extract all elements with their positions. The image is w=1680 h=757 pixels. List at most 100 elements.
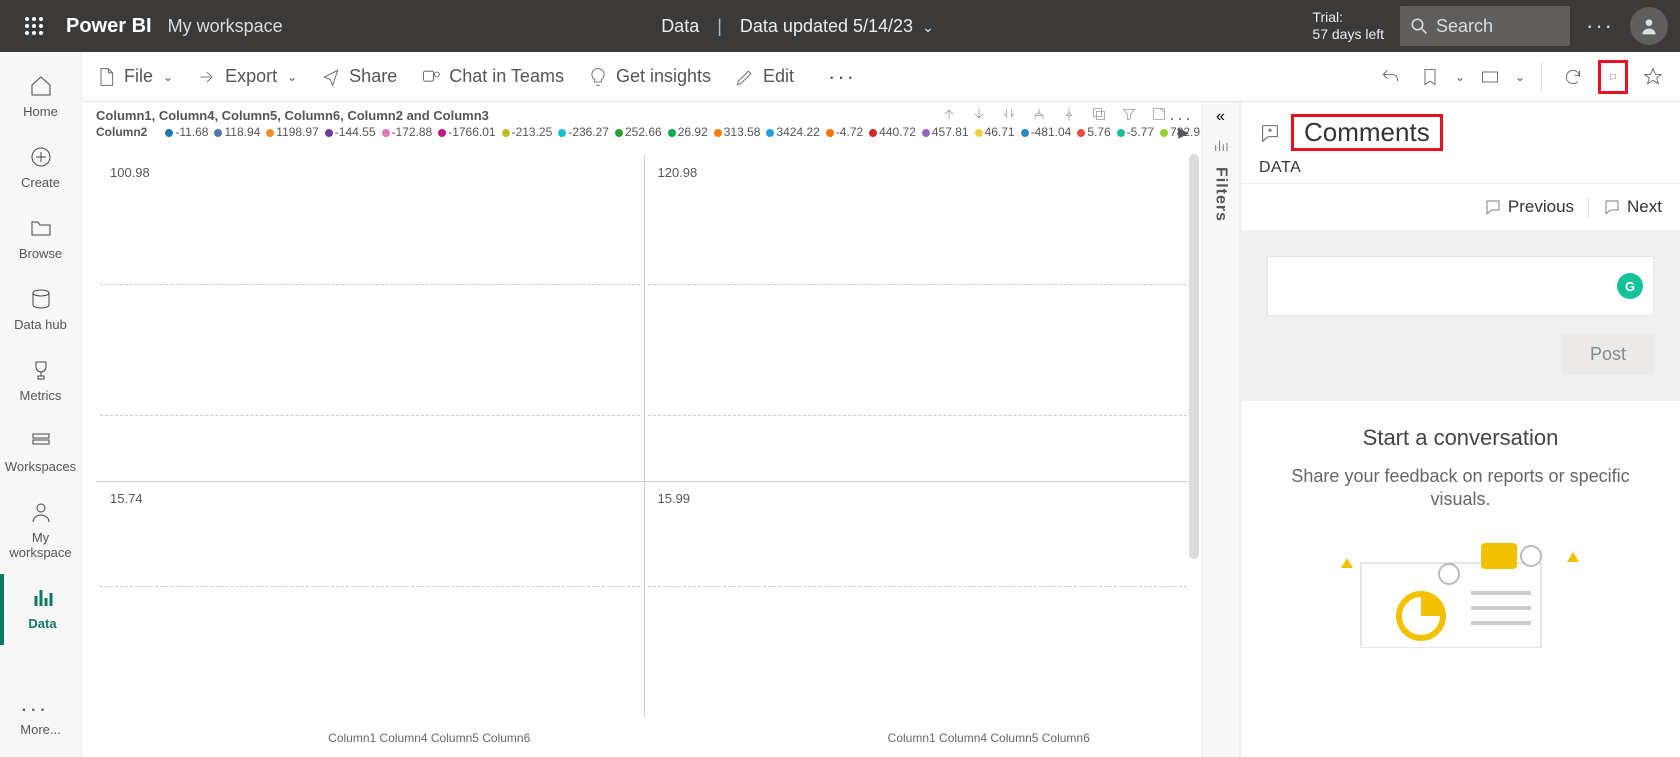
refresh-button[interactable]	[1558, 67, 1588, 87]
star-icon	[1643, 67, 1663, 87]
facet-bottom-left[interactable]: 15.74	[96, 481, 644, 717]
legend-dot[interactable]	[714, 129, 722, 137]
plus-circle-icon	[29, 145, 53, 169]
focus-icon[interactable]	[1151, 106, 1167, 122]
x-axis-label: Column1 Column4 Column5 Column6	[328, 731, 530, 745]
filter-icon[interactable]	[1121, 106, 1137, 122]
legend-dot[interactable]	[975, 129, 983, 137]
nav-home[interactable]: Home	[0, 62, 81, 133]
nav-my-workspace[interactable]: My workspace	[0, 488, 81, 574]
legend-dot[interactable]	[826, 129, 834, 137]
share-button[interactable]: Share	[321, 66, 397, 87]
copy-icon[interactable]	[1091, 106, 1107, 122]
small-multiples-grid: 100.98 120.98 15.74 15.99	[96, 154, 1191, 717]
toolbar-more-button[interactable]: ···	[828, 64, 856, 90]
database-icon	[29, 287, 53, 311]
next-comment-button[interactable]: Next	[1603, 197, 1662, 217]
data-updated-dropdown[interactable]: Data updated 5/14/23 ⌄	[740, 16, 934, 37]
legend-scroll-right[interactable]: ▶	[1178, 124, 1189, 141]
legend-dot[interactable]	[1117, 129, 1125, 137]
legend-dot[interactable]	[668, 129, 676, 137]
header-more-button[interactable]: ···	[1586, 13, 1614, 39]
legend-dot[interactable]	[502, 129, 510, 137]
left-nav-rail: Home Create Browse Data hub Metrics Work…	[0, 52, 82, 757]
page-name: Data	[661, 16, 699, 37]
arrow-down-icon[interactable]	[971, 106, 987, 122]
edit-button[interactable]: Edit	[735, 66, 794, 87]
legend-dot[interactable]	[869, 129, 877, 137]
legend-value: 46.71	[985, 125, 1015, 139]
nav-datahub[interactable]: Data hub	[0, 275, 81, 346]
nav-metrics[interactable]: Metrics	[0, 346, 81, 417]
legend-dot[interactable]	[766, 129, 774, 137]
comments-toggle-button[interactable]	[1598, 60, 1628, 94]
chevron-left-icon[interactable]: «	[1216, 108, 1225, 126]
view-menu[interactable]	[1475, 67, 1505, 87]
share-icon	[321, 67, 341, 87]
nav-create[interactable]: Create	[0, 133, 81, 204]
legend-dot[interactable]	[922, 129, 930, 137]
app-launcher-button[interactable]	[12, 16, 56, 36]
trial-status: Trial: 57 days left	[1312, 9, 1384, 43]
favorite-button[interactable]	[1638, 67, 1668, 87]
chat-teams-button[interactable]: Chat in Teams	[421, 66, 564, 87]
legend-value: 3424.22	[776, 125, 819, 139]
chevron-down-icon[interactable]: ⌄	[1515, 70, 1525, 84]
facet-bottom-right[interactable]: 15.99	[644, 481, 1192, 717]
person-icon	[29, 500, 53, 524]
export-menu[interactable]: Export ⌄	[197, 66, 297, 87]
comment-input[interactable]: G	[1267, 256, 1654, 316]
filters-pane-collapsed[interactable]: « Filters	[1202, 102, 1240, 757]
facet-top-left[interactable]: 100.98	[96, 155, 644, 481]
legend-dot[interactable]	[214, 129, 222, 137]
undo-button[interactable]	[1375, 67, 1405, 87]
post-comment-button[interactable]: Post	[1562, 334, 1654, 375]
legend-dot[interactable]	[558, 129, 566, 137]
workspace-breadcrumb[interactable]: My workspace	[168, 16, 283, 37]
legend-dot[interactable]	[1077, 129, 1085, 137]
export-icon	[197, 67, 217, 87]
facet-value: 15.74	[110, 491, 143, 506]
get-insights-button[interactable]: Get insights	[588, 66, 711, 87]
canvas-scrollbar[interactable]	[1189, 154, 1199, 717]
lightbulb-icon	[588, 67, 608, 87]
legend-dot[interactable]	[1160, 129, 1168, 137]
search-input[interactable]: Search	[1400, 6, 1570, 46]
bookmark-menu[interactable]	[1415, 67, 1445, 87]
nav-workspaces[interactable]: Workspaces	[0, 417, 81, 488]
search-placeholder: Search	[1436, 16, 1493, 37]
chevron-down-icon[interactable]: ⌄	[1455, 70, 1465, 84]
drill-expand-icon[interactable]	[1001, 106, 1017, 122]
legend-value: -481.04	[1031, 125, 1072, 139]
bookmark-icon	[1420, 67, 1440, 87]
facet-top-right[interactable]: 120.98	[644, 155, 1192, 481]
facet-value: 120.98	[658, 165, 698, 180]
pin-icon[interactable]	[1061, 106, 1077, 122]
legend-dot[interactable]	[1021, 129, 1029, 137]
drill-hierarchy-icon[interactable]	[1031, 106, 1047, 122]
comments-context: DATA	[1241, 159, 1680, 183]
file-menu[interactable]: File ⌄	[96, 66, 173, 87]
user-avatar-button[interactable]	[1630, 7, 1668, 45]
legend-dot[interactable]	[165, 129, 173, 137]
gridline	[100, 586, 640, 587]
legend-dot[interactable]	[382, 129, 390, 137]
legend-value: -11.68	[175, 125, 208, 139]
bars-icon	[31, 586, 55, 610]
nav-browse[interactable]: Browse	[0, 204, 81, 275]
legend-dot[interactable]	[325, 129, 333, 137]
comment-forward-icon	[1603, 198, 1621, 216]
comment-add-icon	[1259, 122, 1281, 144]
gridline	[648, 415, 1188, 416]
previous-comment-button[interactable]: Previous	[1484, 197, 1574, 217]
separator	[1588, 196, 1589, 218]
legend-dot[interactable]	[266, 129, 274, 137]
nav-data-report[interactable]: Data	[0, 574, 81, 645]
legend-dot[interactable]	[615, 129, 623, 137]
nav-more[interactable]: ··· More...	[20, 676, 60, 757]
arrow-up-icon[interactable]	[941, 106, 957, 122]
report-canvas: ··· Column1, Column4, Column5, Column6, …	[82, 102, 1202, 757]
legend-dot[interactable]	[438, 129, 446, 137]
compose-area: G Post	[1241, 230, 1680, 401]
document-icon	[96, 67, 116, 87]
